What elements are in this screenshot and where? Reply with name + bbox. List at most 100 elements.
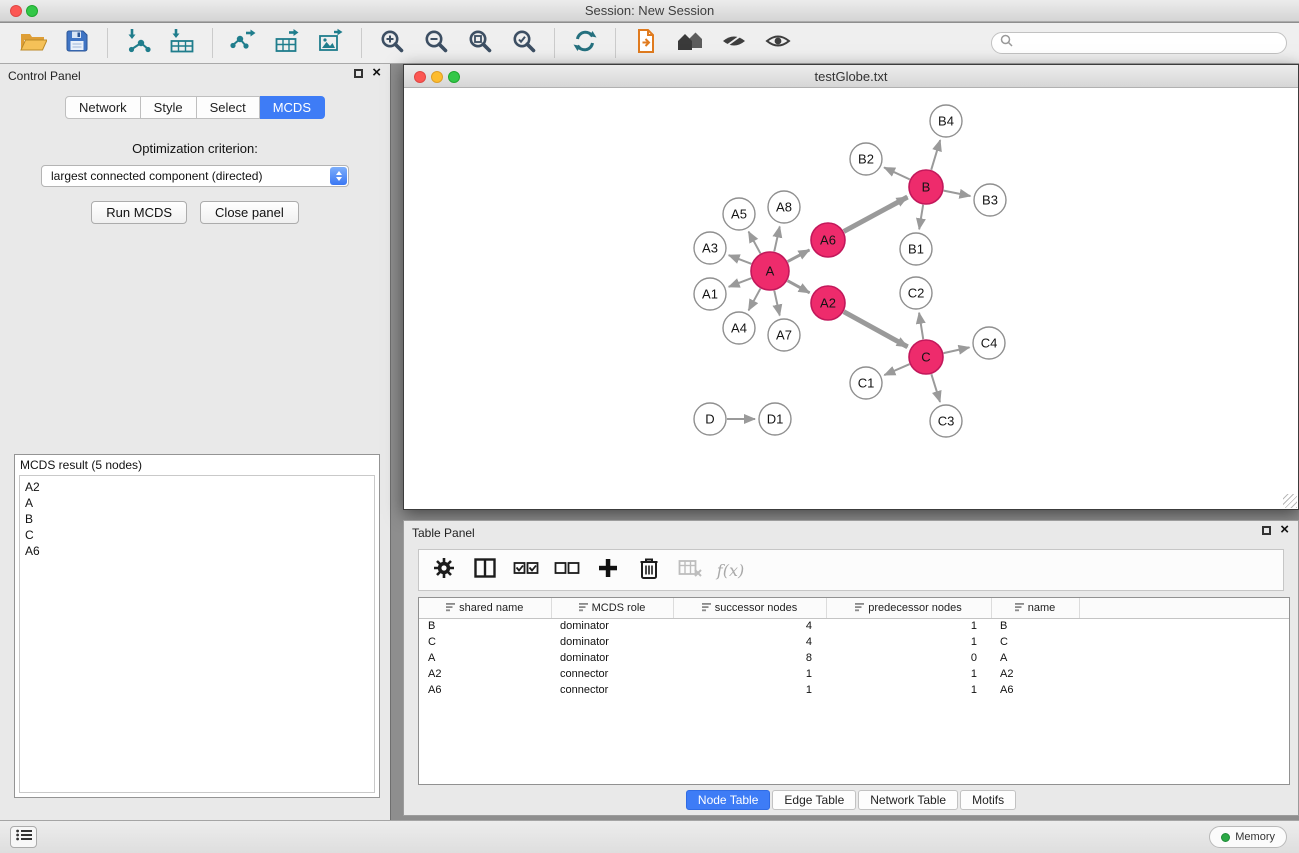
node-A6[interactable]: A6 — [811, 223, 845, 257]
optimization-criterion-select[interactable]: largest connected component (directed) — [41, 165, 349, 187]
node-A8[interactable]: A8 — [768, 191, 800, 223]
function-builder-button[interactable]: f(x) — [712, 553, 749, 587]
export-table-button[interactable] — [266, 26, 308, 60]
node-A7[interactable]: A7 — [768, 319, 800, 351]
node-A[interactable]: A — [751, 252, 789, 290]
tab-node-table[interactable]: Node Table — [686, 790, 771, 810]
add-column-button[interactable] — [589, 553, 626, 587]
node-B3[interactable]: B3 — [974, 184, 1006, 216]
node-A3[interactable]: A3 — [694, 232, 726, 264]
table-cell[interactable]: 1 — [826, 666, 991, 682]
node-C[interactable]: C — [909, 340, 943, 374]
edge-B-B1[interactable] — [919, 205, 923, 229]
network-canvas[interactable]: B4B2BB3A8A5A6A3B1AA1C2A2A4A7C4CC1C3DD1 — [404, 88, 1298, 509]
zoom-network-window-button[interactable] — [448, 71, 460, 83]
tab-mcds[interactable]: MCDS — [260, 96, 325, 119]
node-C4[interactable]: C4 — [973, 327, 1005, 359]
select-all-button[interactable] — [507, 553, 544, 587]
table-cell[interactable]: A — [419, 650, 551, 666]
table-cell[interactable]: C — [419, 634, 551, 650]
edge-C-C2[interactable] — [919, 313, 923, 339]
float-table-panel-icon[interactable] — [1262, 526, 1271, 535]
node-A1[interactable]: A1 — [694, 278, 726, 310]
table-cell[interactable]: 1 — [826, 634, 991, 650]
table-cell[interactable]: 0 — [826, 650, 991, 666]
delete-table-button[interactable] — [671, 553, 708, 587]
task-history-button[interactable] — [10, 826, 37, 848]
node-D1[interactable]: D1 — [759, 403, 791, 435]
node-B4[interactable]: B4 — [930, 105, 962, 137]
edge-A-A3[interactable] — [729, 255, 752, 264]
network-window-titlebar[interactable]: testGlobe.txt — [404, 65, 1298, 88]
table-cell[interactable]: dominator — [551, 634, 673, 650]
node-C2[interactable]: C2 — [900, 277, 932, 309]
tab-style[interactable]: Style — [141, 96, 197, 119]
result-item[interactable]: A2 — [25, 479, 369, 495]
save-session-button[interactable] — [56, 26, 98, 60]
result-item[interactable]: A — [25, 495, 369, 511]
column-header-MCDS-role[interactable]: MCDS role — [551, 598, 673, 618]
edge-B-B3[interactable] — [944, 191, 971, 196]
node-C3[interactable]: C3 — [930, 405, 962, 437]
edge-A-A5[interactable] — [749, 232, 761, 254]
deselect-all-button[interactable] — [548, 553, 585, 587]
zoom-fit-button[interactable] — [459, 26, 501, 60]
table-cell[interactable]: 1 — [826, 618, 991, 634]
node-B1[interactable]: B1 — [900, 233, 932, 265]
export-image-button[interactable] — [310, 26, 352, 60]
zoom-in-button[interactable] — [371, 26, 413, 60]
open-session-button[interactable] — [12, 26, 54, 60]
minimize-network-window-button[interactable] — [431, 71, 443, 83]
edge-A-A1[interactable] — [729, 278, 752, 287]
result-item[interactable]: B — [25, 511, 369, 527]
import-network-button[interactable] — [117, 26, 159, 60]
table-cell[interactable]: A — [991, 650, 1079, 666]
table-cell[interactable]: 8 — [673, 650, 826, 666]
edge-A-A4[interactable] — [749, 289, 761, 311]
table-row[interactable]: Bdominator41B — [419, 618, 1289, 634]
table-row[interactable]: A6connector11A6 — [419, 682, 1289, 698]
tab-motifs[interactable]: Motifs — [960, 790, 1016, 810]
column-header-predecessor-nodes[interactable]: predecessor nodes — [826, 598, 991, 618]
export-network-button[interactable] — [222, 26, 264, 60]
table-cell[interactable]: 1 — [673, 666, 826, 682]
document-button[interactable] — [625, 26, 667, 60]
table-cell[interactable]: B — [991, 618, 1079, 634]
close-table-panel-icon[interactable]: × — [1280, 525, 1289, 535]
table-cell[interactable]: A2 — [991, 666, 1079, 682]
table-cell[interactable]: connector — [551, 682, 673, 698]
table-row[interactable]: Adominator80A — [419, 650, 1289, 666]
table-cell[interactable]: 1 — [826, 682, 991, 698]
table-cell[interactable]: A2 — [419, 666, 551, 682]
table-cell[interactable]: connector — [551, 666, 673, 682]
table-cell[interactable]: B — [419, 618, 551, 634]
column-header-shared-name[interactable]: shared name — [419, 598, 551, 618]
edge-A-A8[interactable] — [774, 227, 779, 252]
import-table-button[interactable] — [161, 26, 203, 60]
edge-A-A7[interactable] — [774, 291, 779, 316]
memory-button[interactable]: Memory — [1209, 826, 1287, 848]
refresh-layout-button[interactable] — [564, 26, 606, 60]
table-cell[interactable]: 4 — [673, 634, 826, 650]
table-cell[interactable]: dominator — [551, 650, 673, 666]
tab-network-table[interactable]: Network Table — [858, 790, 958, 810]
node-B2[interactable]: B2 — [850, 143, 882, 175]
table-row[interactable]: Cdominator41C — [419, 634, 1289, 650]
table-cell[interactable]: A6 — [991, 682, 1079, 698]
result-item[interactable]: A6 — [25, 543, 369, 559]
table-cell[interactable]: 1 — [673, 682, 826, 698]
run-mcds-button[interactable]: Run MCDS — [91, 201, 187, 224]
node-C1[interactable]: C1 — [850, 367, 882, 399]
title-bar[interactable]: Session: New Session — [0, 0, 1299, 22]
tab-edge-table[interactable]: Edge Table — [772, 790, 856, 810]
edge-B-B4[interactable] — [931, 140, 940, 170]
node-B[interactable]: B — [909, 170, 943, 204]
float-panel-icon[interactable] — [354, 69, 363, 78]
table-cell[interactable]: dominator — [551, 618, 673, 634]
window-resize-grip[interactable] — [1283, 494, 1297, 508]
split-view-button[interactable] — [466, 553, 503, 587]
node-A4[interactable]: A4 — [723, 312, 755, 344]
edge-B-B2[interactable] — [884, 167, 910, 179]
column-header-successor-nodes[interactable]: successor nodes — [673, 598, 826, 618]
edge-C-C3[interactable] — [931, 374, 940, 402]
